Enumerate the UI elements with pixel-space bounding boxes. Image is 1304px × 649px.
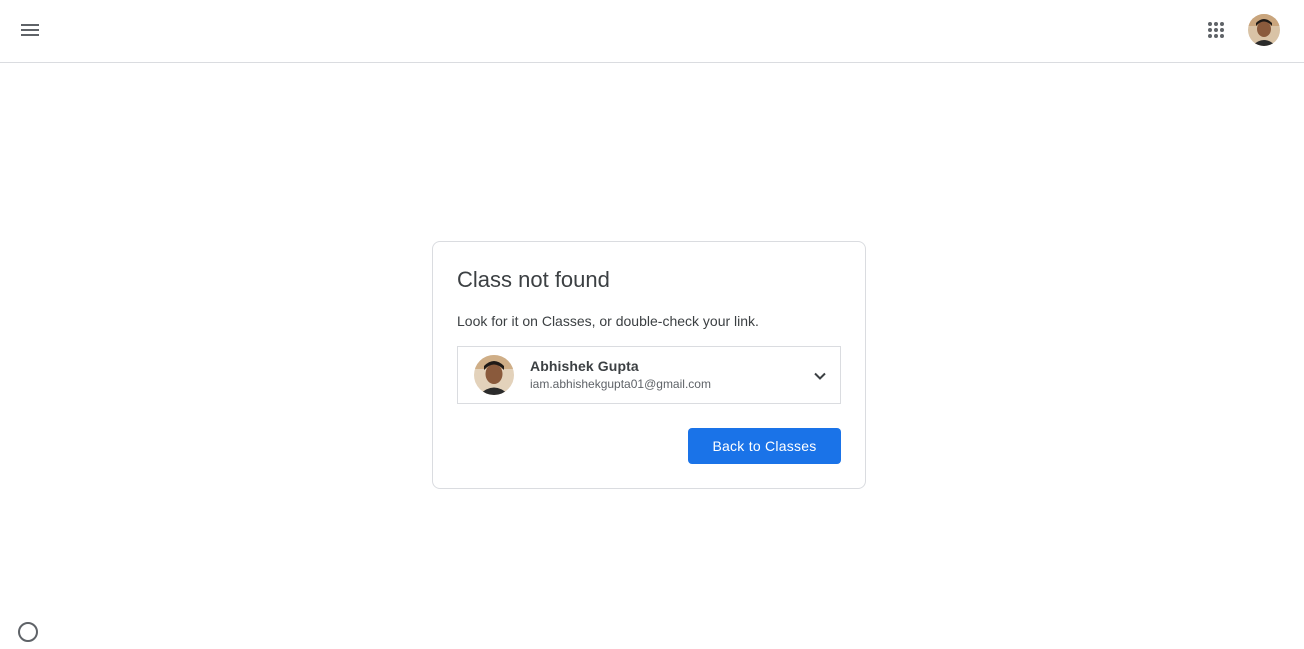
chevron-down-icon — [814, 372, 826, 380]
main-menu-button[interactable] — [10, 10, 50, 50]
account-name: Abhishek Gupta — [530, 358, 639, 374]
google-apps-button[interactable] — [1196, 10, 1236, 50]
class-not-found-card: Class not found Look for it on Classes, … — [432, 241, 866, 489]
help-icon — [18, 622, 38, 642]
avatar — [474, 355, 514, 395]
top-app-bar — [0, 0, 1304, 63]
user-avatar-photo — [474, 355, 514, 395]
account-switcher[interactable]: Abhishek Gupta iam.abhishekgupta01@gmail… — [457, 346, 841, 404]
help-button[interactable] — [16, 620, 40, 644]
error-description: Look for it on Classes, or double-check … — [457, 313, 759, 329]
page-title: Class not found — [457, 267, 610, 292]
google-apps-grid-icon — [1208, 22, 1224, 38]
hamburger-menu-icon — [21, 24, 39, 36]
back-to-classes-button[interactable]: Back to Classes — [688, 428, 841, 464]
account-email: iam.abhishekgupta01@gmail.com — [530, 377, 711, 391]
user-avatar — [1248, 14, 1280, 46]
account-avatar-button[interactable] — [1248, 14, 1280, 46]
